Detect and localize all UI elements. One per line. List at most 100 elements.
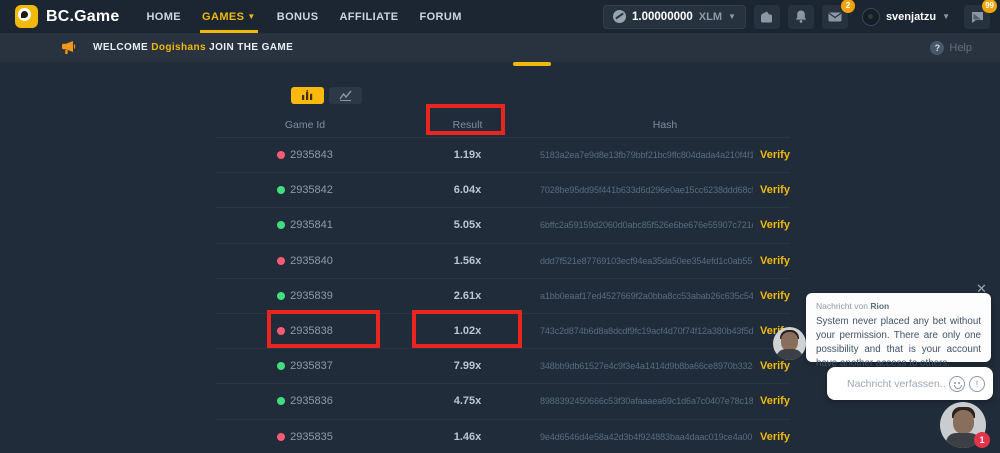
chat-message-meta: Nachricht von Rion bbox=[816, 301, 981, 311]
game-id-cell: 2935835 bbox=[215, 431, 395, 443]
hash-cell: a1bb0eaaf17ed4527669f2a0bba8cc53abab26c6… bbox=[540, 290, 798, 302]
verify-link[interactable]: Verify bbox=[760, 360, 790, 372]
avatar-body bbox=[776, 349, 803, 360]
table-row: 2935840 1.56x ddd7f521e87769103ecf94ea35… bbox=[215, 244, 790, 279]
help-button[interactable]: ? Help bbox=[930, 41, 972, 55]
game-id: 2935835 bbox=[290, 431, 333, 443]
verify-link[interactable]: Verify bbox=[760, 184, 790, 196]
column-header-hash: Hash bbox=[540, 119, 790, 131]
trend-view-button[interactable] bbox=[329, 87, 362, 104]
table-row: 2935835 1.46x 9e4d6546d4e58a42d3b4f92488… bbox=[215, 420, 790, 453]
emoji-icon[interactable] bbox=[949, 376, 965, 392]
table-row: 2935841 5.05x 6bffc2a59159d2060d0abc85f5… bbox=[215, 208, 790, 243]
nav-item-bonus[interactable]: BONUS bbox=[277, 0, 319, 33]
main-nav: HOME GAMES ▼ BONUS AFFILIATE FORUM bbox=[146, 0, 461, 33]
nav-item-games[interactable]: GAMES ▼ bbox=[202, 0, 256, 33]
status-dot bbox=[277, 397, 285, 405]
envelope-icon bbox=[828, 12, 842, 22]
result-value: 1.56x bbox=[395, 255, 540, 267]
chat-input-icons: ! bbox=[949, 376, 985, 392]
verify-link[interactable]: Verify bbox=[760, 149, 790, 161]
status-dot bbox=[277, 292, 285, 300]
table-body: 2935843 1.19x 5183a2ea7e9d8e13fb79bbf21b… bbox=[215, 138, 790, 453]
chevron-down-icon: ▼ bbox=[247, 12, 255, 21]
bar-chart-view-button[interactable] bbox=[291, 87, 324, 104]
chat-input-bar: ! bbox=[827, 367, 993, 400]
notifications-button[interactable] bbox=[788, 5, 814, 29]
game-id: 2935842 bbox=[290, 184, 333, 196]
chat-close-button[interactable]: ✕ bbox=[976, 281, 987, 297]
game-id-cell: 2935841 bbox=[215, 219, 395, 231]
hash-cell: 8988392450666c53f30afaaaea69c1d6a7c0407e… bbox=[540, 395, 798, 407]
chat-bubble-icon bbox=[971, 11, 984, 23]
brand-name: BC.Game bbox=[46, 8, 119, 26]
username: svenjatzu bbox=[886, 11, 936, 23]
game-id: 2935841 bbox=[290, 219, 333, 231]
wallet-button[interactable] bbox=[754, 5, 780, 29]
chat-message-input[interactable] bbox=[847, 378, 945, 390]
hash-value: 348bb9db61527e4c9f3e4a1414d9b8ba66ce8970… bbox=[540, 361, 753, 371]
announcement-bar: WELCOME Dogishans JOIN THE GAME ? Help bbox=[0, 33, 1000, 62]
xlm-coin-icon bbox=[613, 10, 626, 23]
game-id: 2935837 bbox=[290, 360, 333, 372]
messages-button[interactable]: 2 bbox=[822, 5, 848, 29]
table-row: 2935836 4.75x 8988392450666c53f30afaaaea… bbox=[215, 384, 790, 419]
user-avatar bbox=[862, 8, 880, 26]
chevron-down-icon: ▼ bbox=[728, 12, 736, 21]
status-dot bbox=[277, 257, 285, 265]
annotation-box-result-1-02x bbox=[412, 310, 522, 348]
status-dot bbox=[277, 151, 285, 159]
status-dot bbox=[277, 186, 285, 194]
alert-icon[interactable]: ! bbox=[969, 376, 985, 392]
announcement-username: Dogishans bbox=[151, 42, 206, 53]
bar-chart-icon bbox=[301, 90, 314, 101]
game-id-cell: 2935836 bbox=[215, 395, 395, 407]
result-value: 1.19x bbox=[395, 149, 540, 161]
verify-link[interactable]: Verify bbox=[760, 395, 790, 407]
hash-value: 9e4d6546d4e58a42d3b4f924883baa4daac019ce… bbox=[540, 432, 753, 442]
verify-link[interactable]: Verify bbox=[760, 255, 790, 267]
column-header-game-id: Game Id bbox=[215, 119, 395, 131]
chat-sender-name: Rion bbox=[870, 301, 889, 311]
table-row: 2935837 7.99x 348bb9db61527e4c9f3e4a1414… bbox=[215, 349, 790, 384]
brand-logo[interactable]: BC.Game bbox=[15, 5, 119, 28]
hash-cell: ddd7f521e87769103ecf94ea35da50ee354efd1c… bbox=[540, 255, 798, 267]
topbar-right: 1.00000000 XLM ▼ 2 svenjatzu ▼ 99 bbox=[603, 5, 990, 29]
game-id-cell: 2935842 bbox=[215, 184, 395, 196]
hash-cell: 743c2d874b6d8a8dcdf9fc19acf4d70f74f12a38… bbox=[540, 325, 798, 337]
bell-icon bbox=[795, 10, 807, 23]
annotation-box-game-id-2935838 bbox=[267, 310, 380, 348]
chat-message-bubble: Nachricht von Rion System never placed a… bbox=[806, 293, 991, 362]
game-id-cell: 2935840 bbox=[215, 255, 395, 267]
nav-item-affiliate[interactable]: AFFILIATE bbox=[339, 0, 398, 33]
hash-value: ddd7f521e87769103ecf94ea35da50ee354efd1c… bbox=[540, 256, 753, 266]
history-view-toggle bbox=[291, 87, 362, 104]
chat-unread-badge: 1 bbox=[974, 432, 990, 448]
question-mark-icon: ? bbox=[930, 41, 944, 55]
hash-cell: 7028be95dd95f441b633d6d296e0ae15cc6238dd… bbox=[540, 184, 798, 196]
user-menu[interactable]: svenjatzu ▼ bbox=[862, 8, 950, 26]
game-id: 2935839 bbox=[290, 290, 333, 302]
balance-amount: 1.00000000 bbox=[632, 11, 693, 23]
game-id: 2935843 bbox=[290, 149, 333, 161]
hash-cell: 6bffc2a59159d2060d0abc85f526e6be676e5590… bbox=[540, 219, 798, 231]
verify-link[interactable]: Verify bbox=[760, 290, 790, 302]
annotation-box-result-header bbox=[426, 104, 505, 135]
hash-value: 5183a2ea7e9d8e13fb79bbf21bc9ffc804dada4a… bbox=[540, 150, 753, 160]
status-dot bbox=[277, 221, 285, 229]
hash-value: 7028be95dd95f441b633d6d296e0ae15cc6238dd… bbox=[540, 185, 753, 195]
hash-value: 6bffc2a59159d2060d0abc85f526e6be676e5590… bbox=[540, 220, 753, 230]
nav-item-forum[interactable]: FORUM bbox=[419, 0, 461, 33]
mail-badge: 2 bbox=[841, 0, 855, 13]
game-id-cell: 2935843 bbox=[215, 149, 395, 161]
chat-button[interactable]: 99 bbox=[964, 5, 990, 29]
chat-sender-avatar bbox=[773, 327, 806, 360]
balance-selector[interactable]: 1.00000000 XLM ▼ bbox=[603, 5, 746, 29]
game-id: 2935836 bbox=[290, 395, 333, 407]
balance-currency: XLM bbox=[699, 11, 722, 23]
verify-link[interactable]: Verify bbox=[760, 431, 790, 443]
hash-value: 8988392450666c53f30afaaaea69c1d6a7c0407e… bbox=[540, 396, 753, 406]
result-value: 6.04x bbox=[395, 184, 540, 196]
nav-item-home[interactable]: HOME bbox=[146, 0, 181, 33]
verify-link[interactable]: Verify bbox=[760, 219, 790, 231]
